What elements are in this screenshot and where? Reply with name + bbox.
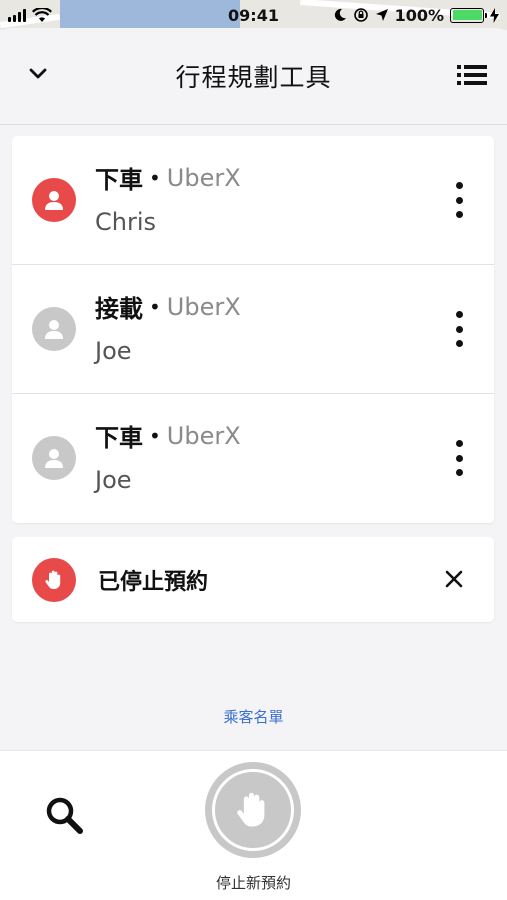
- trip-item[interactable]: 下車 • UberX Joe: [12, 394, 494, 523]
- person-icon: [45, 320, 63, 339]
- battery-percent: 100%: [394, 5, 444, 25]
- rider-name: Joe: [95, 466, 132, 494]
- trip-product: UberX: [166, 421, 241, 450]
- hand-stop-icon: [45, 570, 61, 589]
- person-icon: [45, 191, 63, 210]
- status-bar: 09:41 100%: [0, 0, 507, 30]
- more-options-icon[interactable]: [454, 311, 464, 347]
- battery-level: [452, 10, 482, 20]
- stopped-label: 已停止預約: [98, 570, 209, 595]
- app-screen: 09:41 100% 行程規劃工具 下車 • UberX Chris 接載 • …: [0, 0, 507, 900]
- header: 行程規劃工具: [0, 28, 507, 125]
- location-arrow-icon: [375, 9, 388, 21]
- rider-name: Chris: [95, 208, 157, 236]
- charging-bolt-icon: [490, 7, 499, 23]
- stopped-requests-notice: 已停止預約: [12, 537, 494, 622]
- trip-item[interactable]: 下車 • UberX Chris: [12, 136, 494, 265]
- close-icon[interactable]: [444, 569, 464, 589]
- rotation-lock-icon: [353, 8, 368, 22]
- trip-list: 下車 • UberX Chris 接載 • UberX Joe 下車 • Ube…: [12, 136, 494, 523]
- search-icon[interactable]: [44, 795, 84, 835]
- rider-avatar: [32, 436, 76, 480]
- trip-item[interactable]: 接載 • UberX Joe: [12, 265, 494, 394]
- hand-stop-badge: [32, 558, 76, 602]
- bottom-bar: 停止新預約: [0, 750, 507, 900]
- trip-action: 下車: [95, 166, 143, 194]
- rider-name: Joe: [95, 337, 132, 365]
- page-title: 行程規劃工具: [175, 63, 332, 92]
- person-icon: [45, 449, 63, 468]
- trip-action: 接載: [95, 295, 143, 323]
- separator-dot: •: [149, 423, 161, 448]
- rider-manifest-link[interactable]: 乘客名單: [0, 706, 507, 727]
- stop-new-requests-label: 停止新預約: [215, 874, 291, 892]
- separator-dot: •: [149, 294, 161, 319]
- more-options-icon[interactable]: [454, 182, 464, 218]
- moon-icon: [334, 8, 346, 21]
- separator-dot: •: [149, 165, 161, 190]
- stop-new-requests-button[interactable]: [205, 762, 301, 858]
- trip-planner-sheet: 行程規劃工具 下車 • UberX Chris 接載 • UberX Joe 下…: [0, 28, 507, 900]
- status-time: 09:41: [228, 5, 279, 25]
- rider-avatar: [32, 307, 76, 351]
- trip-action: 下車: [95, 424, 143, 452]
- chevron-down-icon[interactable]: [26, 62, 50, 86]
- list-icon[interactable]: [457, 62, 487, 88]
- trip-product: UberX: [166, 292, 241, 321]
- trip-product: UberX: [166, 163, 241, 192]
- hand-stop-icon: [237, 792, 265, 827]
- more-options-icon[interactable]: [454, 440, 464, 476]
- cellular-signal-icon: [8, 8, 26, 22]
- rider-avatar: [32, 178, 76, 222]
- battery-icon: [450, 7, 487, 23]
- wifi-icon: [32, 7, 52, 22]
